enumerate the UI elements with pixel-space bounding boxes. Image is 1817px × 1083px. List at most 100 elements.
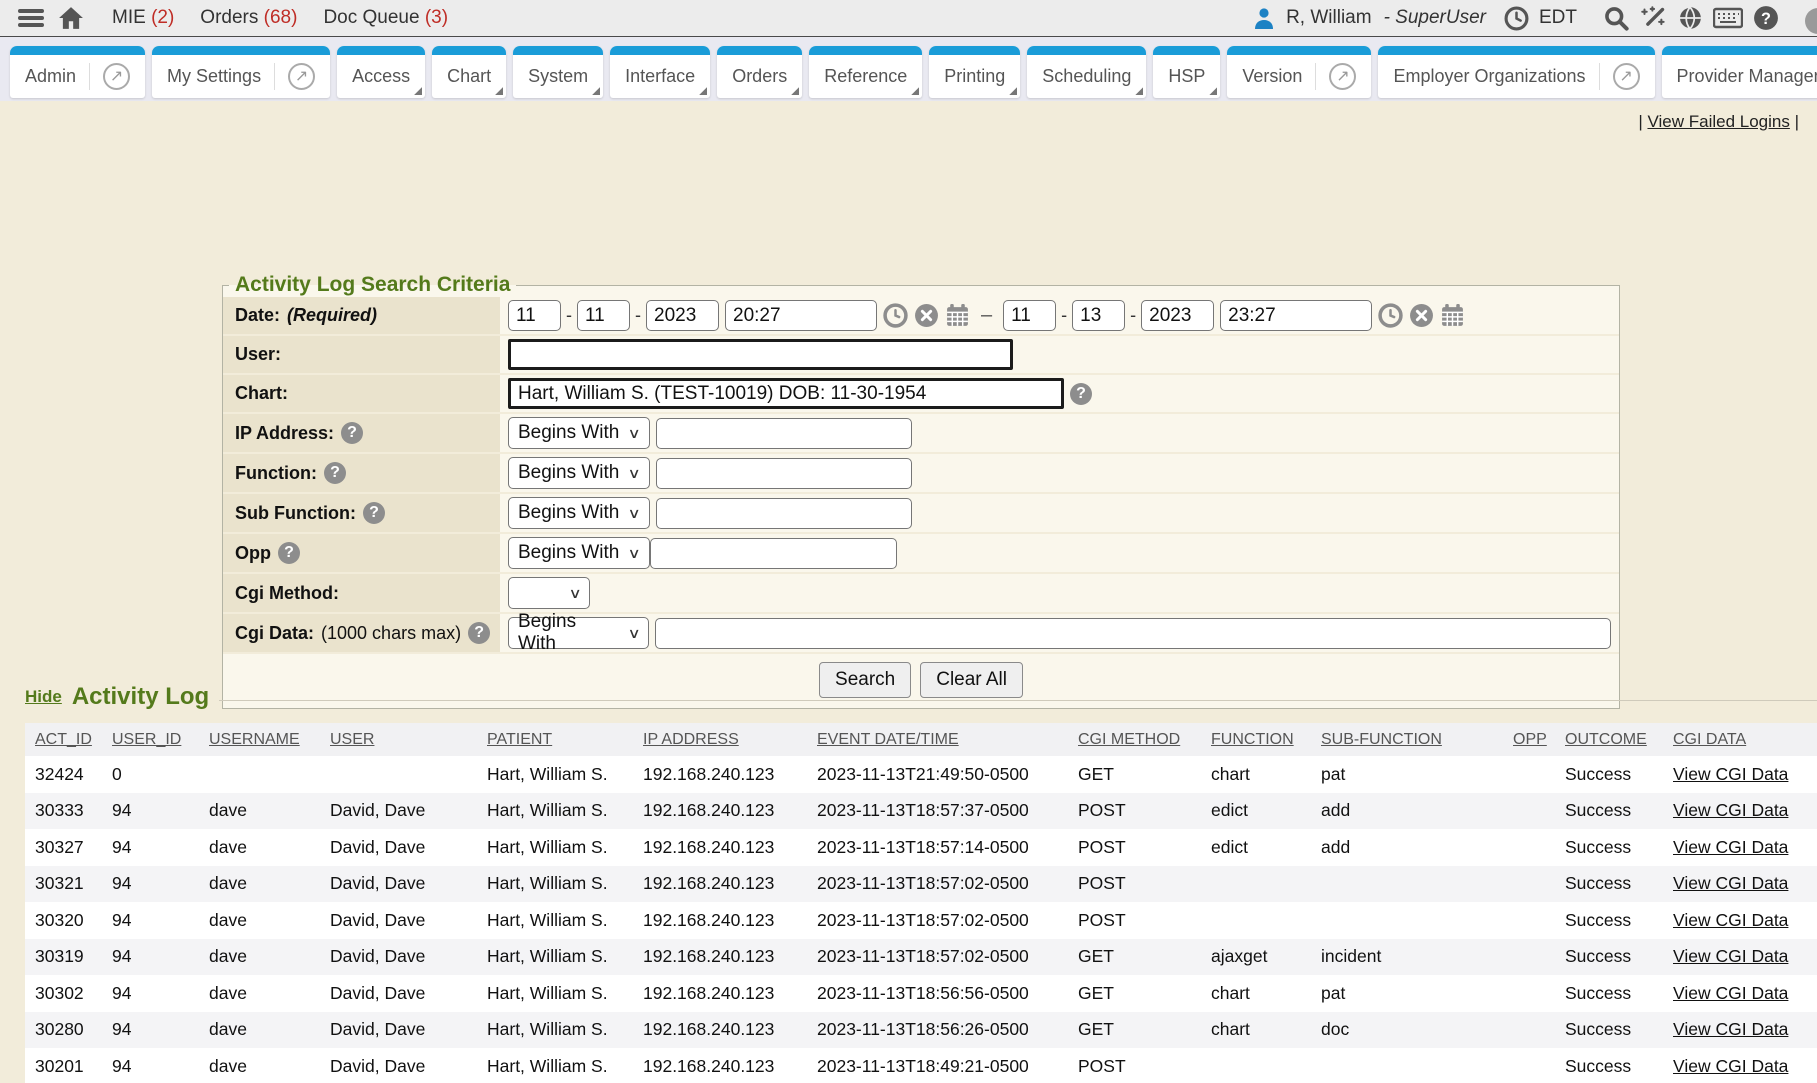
tab-employer-organizations[interactable]: Employer Organizations↗ xyxy=(1378,46,1654,98)
user-name[interactable]: R, William xyxy=(1286,7,1372,29)
date-from-month-input[interactable] xyxy=(508,300,561,331)
user-input[interactable] xyxy=(508,339,1013,370)
clear-date-icon[interactable] xyxy=(1409,303,1434,328)
function-match-select[interactable]: Begins With∨ xyxy=(508,457,650,489)
tab-printing[interactable]: Printing xyxy=(929,46,1020,98)
cell-username: dave xyxy=(199,866,320,903)
column-header-opp[interactable]: OPP xyxy=(1503,723,1555,756)
hamburger-menu-icon[interactable] xyxy=(18,9,44,27)
ip-match-select[interactable]: Begins With∨ xyxy=(508,417,650,449)
tab-my-settings[interactable]: My Settings↗ xyxy=(152,46,330,98)
tab-reference[interactable]: Reference xyxy=(809,46,922,98)
nav-orders[interactable]: Orders (68) xyxy=(200,7,297,29)
column-header-username[interactable]: USERNAME xyxy=(199,723,320,756)
wand-icon[interactable] xyxy=(1640,5,1667,32)
column-header-act-id[interactable]: ACT_ID xyxy=(25,723,102,756)
view-cgi-data-link[interactable]: View CGI Data xyxy=(1673,837,1788,857)
sub-function-help-icon[interactable]: ? xyxy=(363,502,385,524)
external-link-icon[interactable]: ↗ xyxy=(89,63,130,90)
tab-hsp[interactable]: HSP xyxy=(1153,46,1220,98)
time-picker-icon[interactable] xyxy=(1378,303,1403,328)
external-link-icon[interactable]: ↗ xyxy=(1315,63,1356,90)
column-header-cgi-data[interactable]: CGI DATA xyxy=(1663,723,1817,756)
column-header-ip-address[interactable]: IP ADDRESS xyxy=(633,723,807,756)
date-to-time-input[interactable] xyxy=(1220,300,1372,331)
tab-version[interactable]: Version↗ xyxy=(1227,46,1371,98)
date-from-day-input[interactable] xyxy=(577,300,630,331)
view-cgi-data-link[interactable]: View CGI Data xyxy=(1673,1056,1788,1076)
cell-sub: pat xyxy=(1311,756,1503,793)
sub-function-input[interactable] xyxy=(656,498,912,529)
external-link-icon[interactable]: ↗ xyxy=(1599,63,1640,90)
cell-ip: 192.168.240.123 xyxy=(633,1048,807,1083)
view-failed-logins-link[interactable]: View Failed Logins xyxy=(1647,112,1789,131)
function-help-icon[interactable]: ? xyxy=(324,462,346,484)
home-icon[interactable] xyxy=(58,6,84,30)
date-from-year-input[interactable] xyxy=(646,300,719,331)
opp-input[interactable] xyxy=(650,538,897,569)
search-icon[interactable] xyxy=(1603,5,1630,32)
help-icon[interactable]: ? xyxy=(1753,5,1779,31)
view-cgi-data-link[interactable]: View CGI Data xyxy=(1673,1019,1788,1039)
time-picker-icon[interactable] xyxy=(883,303,908,328)
date-from-time-input[interactable] xyxy=(725,300,877,331)
ip-help-icon[interactable]: ? xyxy=(341,422,363,444)
chart-help-icon[interactable]: ? xyxy=(1070,383,1092,405)
tab-scheduling[interactable]: Scheduling xyxy=(1027,46,1146,98)
cell-event: 2023-11-13T18:56:56-0500 xyxy=(807,975,1068,1012)
hide-log-link[interactable]: Hide xyxy=(25,687,62,707)
tab-access[interactable]: Access xyxy=(337,46,425,98)
column-header-event-date-time[interactable]: EVENT DATE/TIME xyxy=(807,723,1068,756)
clear-date-icon[interactable] xyxy=(914,303,939,328)
activity-log-table: ACT_IDUSER_IDUSERNAMEUSERPATIENTIP ADDRE… xyxy=(25,723,1817,1083)
calendar-icon[interactable] xyxy=(1440,303,1465,328)
keyboard-icon[interactable] xyxy=(1713,7,1743,29)
cell-outcome: Success xyxy=(1555,1048,1663,1083)
tab-interface[interactable]: Interface xyxy=(610,46,710,98)
view-cgi-data-link[interactable]: View CGI Data xyxy=(1673,800,1788,820)
column-header-user[interactable]: USER xyxy=(320,723,477,756)
cell-method: POST xyxy=(1068,902,1201,939)
tab-provider-management[interactable]: Provider Management↗ xyxy=(1662,46,1817,98)
nav-mie[interactable]: MIE (2) xyxy=(112,7,174,29)
opp-help-icon[interactable]: ? xyxy=(278,542,300,564)
column-header-cgi-method[interactable]: CGI METHOD xyxy=(1068,723,1201,756)
cgi-data-help-icon[interactable]: ? xyxy=(468,622,490,644)
date-to-day-input[interactable] xyxy=(1072,300,1125,331)
column-header-user-id[interactable]: USER_ID xyxy=(102,723,199,756)
tab-system[interactable]: System xyxy=(513,46,603,98)
cgi-data-input[interactable] xyxy=(655,618,1611,649)
view-cgi-data-link[interactable]: View CGI Data xyxy=(1673,873,1788,893)
nav-doc-queue[interactable]: Doc Queue (3) xyxy=(323,7,448,29)
tab-admin[interactable]: Admin↗ xyxy=(10,46,145,98)
cell-patient: Hart, William S. xyxy=(477,829,633,866)
function-row: Function:? Begins With∨ xyxy=(223,454,1619,494)
function-label: Function:? xyxy=(223,454,500,492)
tab-chart[interactable]: Chart xyxy=(432,46,506,98)
external-link-icon[interactable]: ↗ xyxy=(274,63,315,90)
cgi-data-match-select[interactable]: Begins With∨ xyxy=(508,617,649,649)
view-cgi-data-link[interactable]: View CGI Data xyxy=(1673,946,1788,966)
tab-orders[interactable]: Orders xyxy=(717,46,802,98)
date-to-month-input[interactable] xyxy=(1003,300,1056,331)
chart-input[interactable] xyxy=(508,378,1064,409)
view-cgi-data-link[interactable]: View CGI Data xyxy=(1673,764,1788,784)
calendar-icon[interactable] xyxy=(945,303,970,328)
column-header-patient[interactable]: PATIENT xyxy=(477,723,633,756)
user-role: - SuperUser xyxy=(1384,7,1486,29)
opp-match-select[interactable]: Begins With∨ xyxy=(508,537,650,569)
ip-address-input[interactable] xyxy=(656,418,912,449)
view-cgi-data-link[interactable]: View CGI Data xyxy=(1673,983,1788,1003)
cell-sub: pat xyxy=(1311,975,1503,1012)
view-cgi-data-link[interactable]: View CGI Data xyxy=(1673,910,1788,930)
cell-outcome: Success xyxy=(1555,829,1663,866)
column-header-outcome[interactable]: OUTCOME xyxy=(1555,723,1663,756)
column-header-function[interactable]: FUNCTION xyxy=(1201,723,1311,756)
sub-function-match-select[interactable]: Begins With∨ xyxy=(508,497,650,529)
clock-icon[interactable] xyxy=(1504,6,1529,31)
cgi-method-select[interactable]: ∨ xyxy=(508,577,590,609)
column-header-sub-function[interactable]: SUB-FUNCTION xyxy=(1311,723,1503,756)
globe-icon[interactable] xyxy=(1677,5,1703,31)
function-input[interactable] xyxy=(656,458,912,489)
date-to-year-input[interactable] xyxy=(1141,300,1214,331)
